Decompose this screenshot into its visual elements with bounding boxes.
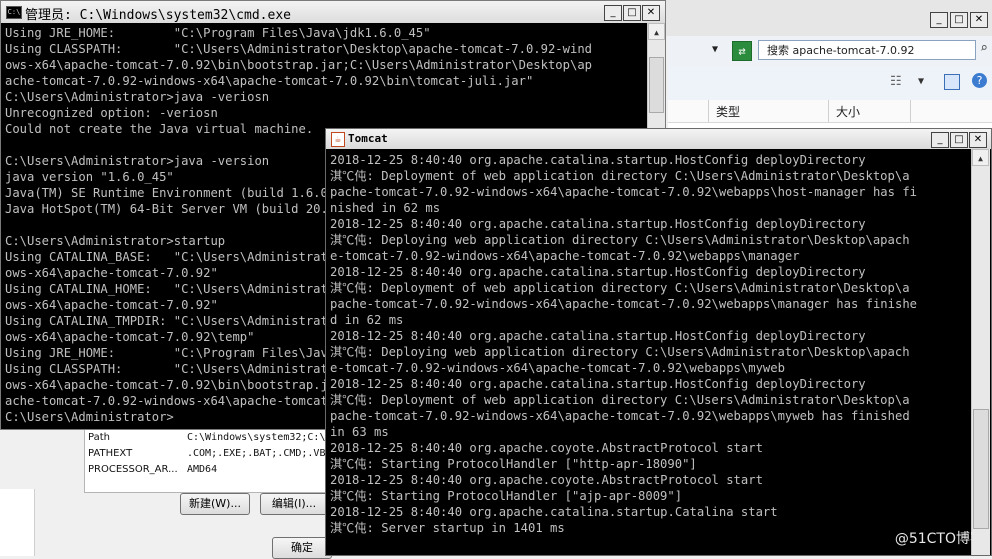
variable-value: .COM;.EXE;.BAT;.CMD;.VB	[187, 448, 326, 459]
preview-pane-icon[interactable]	[944, 74, 960, 90]
watermark: @51CTO博客	[894, 531, 984, 547]
console-line: e-tomcat-7.0.92-windows-x64\apache-tomca…	[330, 249, 800, 263]
console-line: 淇℃伅: Deploying web application directory…	[330, 233, 910, 247]
console-line: 2018-12-25 8:40:40 org.apache.catalina.s…	[330, 377, 866, 391]
search-input[interactable]: 搜索 apache-tomcat-7.0.92	[758, 40, 976, 60]
cmd-titlebar[interactable]: C:\ 管理员: C:\Windows\system32\cmd.exe _ □…	[1, 1, 665, 23]
explorer-address-bar: ▼ ⇄ 搜索 apache-tomcat-7.0.92 ⌕	[668, 36, 992, 67]
close-button[interactable]: ✕	[969, 132, 987, 148]
close-button[interactable]: ✕	[642, 5, 660, 21]
column-divider[interactable]	[828, 100, 829, 122]
variable-name: Path	[88, 432, 110, 443]
tomcat-window-controls: _ □ ✕	[931, 132, 987, 148]
console-line: pache-tomcat-7.0.92-windows-x64\apache-t…	[330, 409, 910, 423]
minimize-button[interactable]: _	[604, 5, 622, 21]
console-line: 2018-12-25 8:40:40 org.apache.catalina.s…	[330, 505, 778, 519]
console-line: Unrecognized option: -veriosn	[5, 106, 218, 120]
system-variables-list[interactable]: Path C:\Windows\system32;C:\ PATHEXT .CO…	[84, 429, 332, 493]
console-line: ache-tomcat-7.0.92-windows-x64\apache-to…	[5, 74, 534, 88]
console-line: 2018-12-25 8:40:40 org.apache.coyote.Abs…	[330, 473, 763, 487]
console-line: ows-x64\apache-tomcat-7.0.92\bin\bootstr…	[5, 58, 592, 72]
minimize-button[interactable]: _	[930, 12, 948, 28]
window-title: Tomcat	[348, 132, 388, 145]
chevron-down-icon[interactable]: ▼	[918, 76, 924, 87]
tomcat-window[interactable]: ☕ Tomcat _ □ ✕ 2018-12-25 8:40:40 org.ap…	[325, 128, 992, 556]
column-divider[interactable]	[910, 100, 911, 122]
maximize-button[interactable]: □	[950, 132, 968, 148]
dialog-side-panel	[0, 489, 35, 556]
console-output[interactable]: 2018-12-25 8:40:40 org.apache.catalina.s…	[330, 152, 968, 556]
console-line: 淇℃伅: Deployment of web application direc…	[330, 393, 910, 407]
column-divider[interactable]	[708, 100, 709, 122]
console-line: pache-tomcat-7.0.92-windows-x64\apache-t…	[330, 185, 917, 199]
help-icon[interactable]: ?	[972, 73, 987, 88]
environment-variables-dialog: Path C:\Windows\system32;C:\ PATHEXT .CO…	[0, 425, 332, 559]
scroll-up-icon[interactable]: ▲	[648, 23, 665, 40]
list-item[interactable]: PATHEXT .COM;.EXE;.BAT;.CMD;.VB	[85, 448, 331, 463]
explorer-titlebar: _ □ ✕	[660, 0, 992, 36]
console-line: 淇℃伅: Starting ProtocolHandler ["ajp-apr-…	[330, 489, 683, 503]
maximize-button[interactable]: □	[950, 12, 968, 28]
console-line: C:\Users\Administrator>java -veriosn	[5, 90, 270, 104]
column-header-type[interactable]: 类型	[716, 103, 740, 120]
close-button[interactable]: ✕	[970, 12, 988, 28]
edit-variable-button[interactable]: 编辑(I)...	[260, 493, 328, 515]
chevron-down-icon[interactable]: ▼	[712, 44, 718, 55]
minimize-button[interactable]: _	[931, 132, 949, 148]
scroll-thumb[interactable]	[649, 57, 664, 113]
console-line: nished in 62 ms	[330, 201, 441, 215]
view-options-icon[interactable]: ☷	[890, 74, 902, 89]
console-line: 2018-12-25 8:40:40 org.apache.catalina.s…	[330, 217, 866, 231]
variable-name: PROCESSOR_AR...	[88, 464, 178, 475]
console-line: d in 62 ms	[330, 313, 404, 327]
console-line: 淇℃伅: Server startup in 1401 ms	[330, 521, 565, 535]
console-line: Using CLASSPATH: "C:\Users\Administrator…	[5, 42, 592, 56]
console-line: 2018-12-25 8:40:40 org.apache.catalina.s…	[330, 153, 866, 167]
variable-value: AMD64	[187, 464, 218, 475]
list-item[interactable]: PROCESSOR_AR... AMD64	[85, 464, 331, 479]
console-line: 2018-12-25 8:40:40 org.apache.catalina.s…	[330, 265, 866, 279]
explorer-toolbar: ☷ ▼ ?	[668, 66, 992, 101]
vertical-scrollbar[interactable]: ▲	[971, 149, 990, 555]
window-title: 管理员: C:\Windows\system32\cmd.exe	[25, 8, 291, 23]
console-line: 2018-12-25 8:40:40 org.apache.coyote.Abs…	[330, 441, 763, 455]
console-icon: C:\	[6, 6, 22, 19]
explorer-window-controls: _ □ ✕	[930, 12, 988, 28]
tomcat-titlebar[interactable]: ☕ Tomcat _ □ ✕	[326, 129, 991, 149]
console-line: 淇℃伅: Starting ProtocolHandler ["http-apr…	[330, 457, 697, 471]
console-line: 淇℃伅: Deployment of web application direc…	[330, 169, 910, 183]
cmd-window-controls: _ □ ✕	[604, 5, 660, 21]
console-line: 淇℃伅: Deploying web application directory…	[330, 345, 910, 359]
maximize-button[interactable]: □	[623, 5, 641, 21]
list-item[interactable]: Path C:\Windows\system32;C:\	[85, 432, 331, 447]
file-list-header: 类型 大小	[668, 100, 992, 123]
console-line: Using JRE_HOME: "C:\Program Files\Java\j…	[5, 26, 431, 40]
java-icon: ☕	[331, 132, 345, 147]
console-line: 2018-12-25 8:40:40 org.apache.catalina.s…	[330, 329, 866, 343]
console-line: 淇℃伅: Deployment of web application direc…	[330, 281, 910, 295]
console-line: in 63 ms	[330, 425, 389, 439]
variable-value: C:\Windows\system32;C:\	[187, 432, 326, 443]
console-line: pache-tomcat-7.0.92-windows-x64\apache-t…	[330, 297, 917, 311]
column-header-size[interactable]: 大小	[836, 103, 860, 120]
scroll-thumb[interactable]	[973, 409, 989, 529]
search-icon[interactable]: ⌕	[980, 41, 988, 56]
refresh-icon[interactable]: ⇄	[732, 41, 752, 61]
new-variable-button[interactable]: 新建(W)...	[180, 493, 250, 515]
console-line: e-tomcat-7.0.92-windows-x64\apache-tomca…	[330, 361, 785, 375]
scroll-up-icon[interactable]: ▲	[972, 149, 989, 166]
variable-name: PATHEXT	[88, 448, 133, 459]
